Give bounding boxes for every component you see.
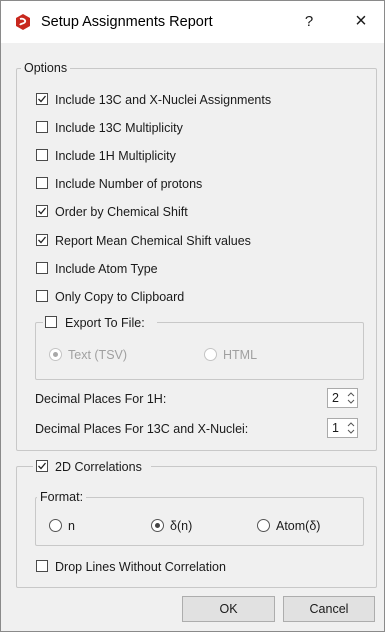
ok-button[interactable]: OK [182,596,275,622]
checkbox[interactable] [36,205,48,217]
cancel-button[interactable]: Cancel [283,596,375,622]
help-button[interactable]: ? [299,12,319,32]
format-group-title: Format: [37,490,87,504]
radio-label: δ(n) [170,519,193,533]
option-label: Include Atom Type [55,262,158,276]
checkbox[interactable] [36,560,48,572]
export-to-file-checkbox-row[interactable]: Export To File: [43,315,157,331]
radio-label: Atom(δ) [276,519,321,533]
radio-button[interactable] [204,348,217,361]
checkbox[interactable] [36,149,48,161]
checkbox[interactable] [36,177,48,189]
dialog-window: Setup Assignments Report ? × Options Inc… [0,0,385,632]
dialog-title: Setup Assignments Report [41,14,213,30]
decimal-13c-label: Decimal Places For 13C and X-Nuclei: [35,422,249,436]
checkbox[interactable] [36,93,48,105]
option-label: Only Copy to Clipboard [55,290,185,304]
radio-button[interactable] [49,348,62,361]
option-label: Report Mean Chemical Shift values [55,234,251,248]
close-button[interactable]: × [350,10,372,32]
decimal-1h-value: 2 [332,391,339,405]
checkbox[interactable] [36,290,48,302]
checkbox[interactable] [36,234,48,246]
decimal-13c-value: 1 [332,421,339,435]
option-label: Include Number of protons [55,177,203,191]
app-logo-icon [14,13,32,31]
decimal-1h-spinbox[interactable]: 2 [327,388,358,408]
radio-button[interactable] [49,519,62,532]
radio-button[interactable] [151,519,164,532]
correlations-label: 2D Correlations [55,460,142,474]
decimal-13c-spinbox[interactable]: 1 [327,418,358,438]
radio-label: HTML [223,348,258,362]
radio-label: Text (TSV) [68,348,128,362]
radio-label: n [68,519,75,533]
option-label: Include 13C and X-Nuclei Assignments [55,93,272,107]
checkbox[interactable] [36,121,48,133]
spin-arrows-icon[interactable] [347,420,355,436]
option-label: Order by Chemical Shift [55,205,188,219]
option-label: Include 1H Multiplicity [55,149,176,163]
export-to-file-label: Export To File: [65,316,145,330]
radio-button[interactable] [257,519,270,532]
option-label: Drop Lines Without Correlation [55,560,226,574]
checkbox[interactable] [45,316,57,328]
title-bar: Setup Assignments Report ? × [1,1,384,43]
option-label: Include 13C Multiplicity [55,121,183,135]
checkbox[interactable] [36,460,48,472]
checkbox[interactable] [36,262,48,274]
decimal-1h-label: Decimal Places For 1H: [35,392,167,406]
options-group-title: Options [21,61,71,75]
spin-arrows-icon[interactable] [347,390,355,406]
correlations-checkbox-row[interactable]: 2D Correlations [33,459,151,475]
